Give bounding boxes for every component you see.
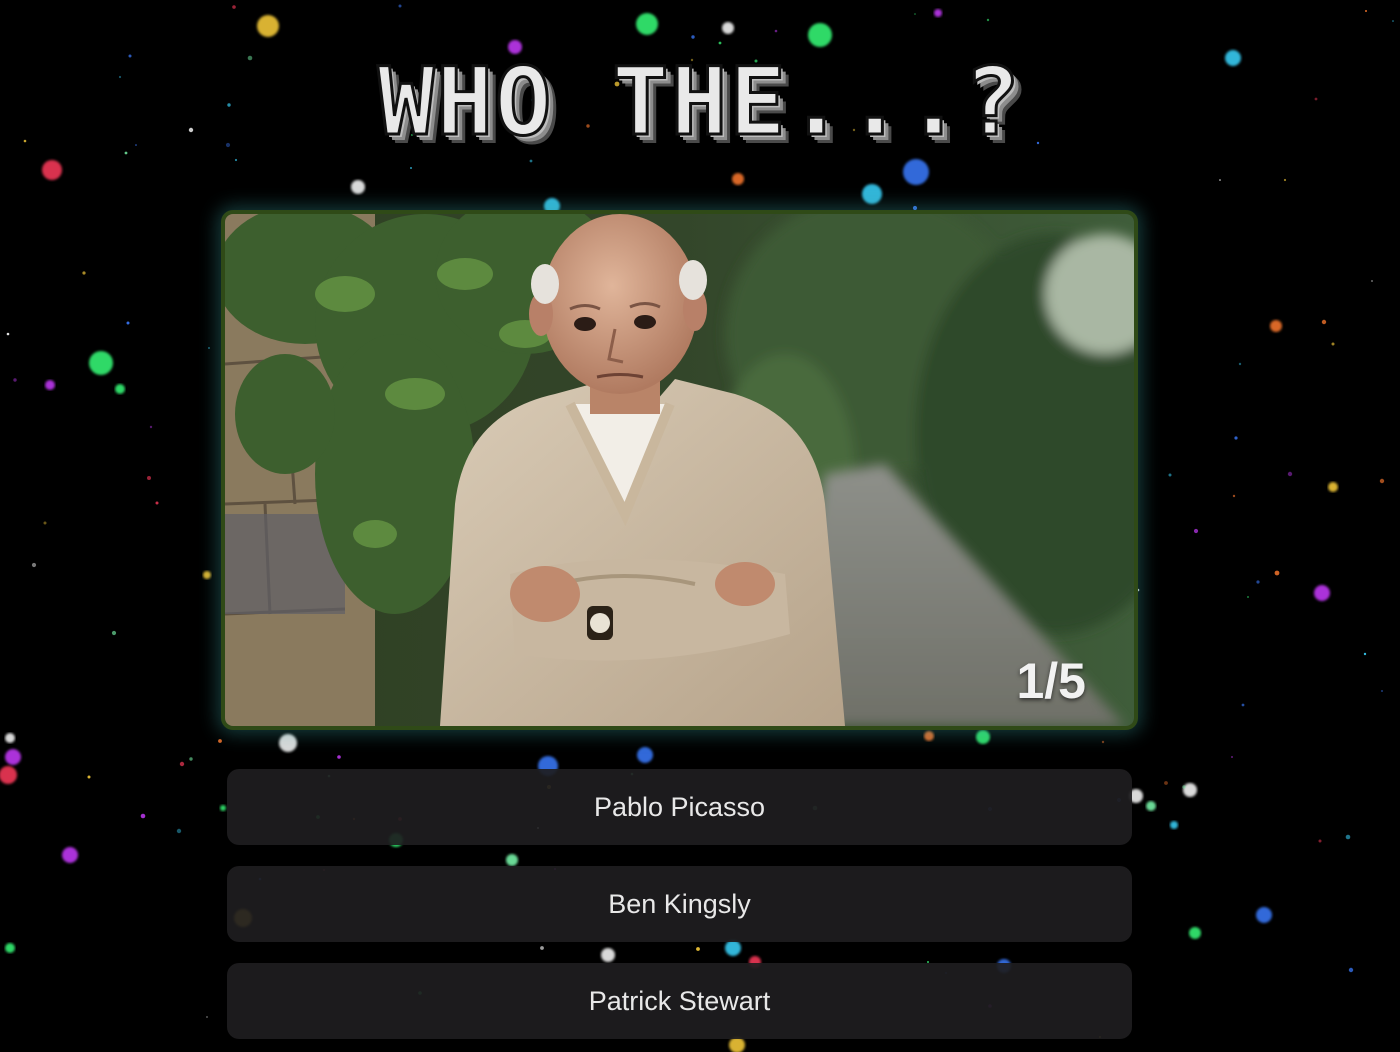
confetti-speck bbox=[986, 18, 990, 22]
celebrity-photo-frame: 1/5 bbox=[221, 210, 1138, 730]
confetti-speck bbox=[218, 739, 222, 743]
confetti-dot bbox=[976, 730, 990, 744]
confetti-speck bbox=[1182, 785, 1186, 789]
confetti-speck bbox=[691, 35, 695, 39]
confetti-dot bbox=[862, 184, 882, 204]
confetti-speck bbox=[1232, 494, 1236, 498]
confetti-speck bbox=[1256, 580, 1260, 584]
confetti-speck bbox=[155, 501, 159, 505]
confetti-speck bbox=[140, 813, 146, 819]
confetti-speck bbox=[87, 775, 91, 779]
answer-button-2[interactable]: Ben Kingsly bbox=[227, 866, 1132, 942]
confetti-speck bbox=[1363, 652, 1367, 656]
confetti-dot bbox=[732, 173, 744, 185]
confetti-dot bbox=[1328, 482, 1338, 492]
confetti-speck bbox=[1247, 596, 1249, 598]
game-title: WHO THE...? bbox=[0, 47, 1360, 159]
confetti-dot bbox=[1146, 801, 1156, 811]
confetti-speck bbox=[206, 1016, 208, 1018]
confetti-speck bbox=[6, 332, 10, 336]
confetti-speck bbox=[774, 29, 778, 33]
confetti-dot bbox=[5, 943, 15, 953]
confetti-speck bbox=[1234, 436, 1238, 440]
confetti-speck bbox=[189, 757, 193, 761]
confetti-dot bbox=[257, 15, 279, 37]
confetti-dot bbox=[220, 805, 226, 811]
confetti-speck bbox=[149, 425, 153, 429]
confetti-dot bbox=[1183, 783, 1197, 797]
confetti-speck bbox=[232, 5, 236, 9]
confetti-speck bbox=[126, 321, 130, 325]
confetti-dot bbox=[903, 159, 929, 185]
confetti-dot bbox=[45, 380, 55, 390]
confetti-speck bbox=[147, 476, 151, 480]
confetti-speck bbox=[1241, 703, 1245, 707]
confetti-speck bbox=[1331, 342, 1335, 346]
confetti-speck bbox=[1321, 319, 1327, 325]
confetti-speck bbox=[1318, 839, 1322, 843]
confetti-speck bbox=[914, 13, 916, 15]
confetti-dot bbox=[1314, 585, 1330, 601]
confetti-dot bbox=[5, 733, 15, 743]
confetti-speck bbox=[1164, 781, 1168, 785]
answer-options: Pablo Picasso Ben Kingsly Patrick Stewar… bbox=[227, 769, 1132, 1052]
confetti-dot bbox=[637, 747, 653, 763]
confetti-dot bbox=[722, 22, 734, 34]
confetti-dot bbox=[924, 731, 934, 741]
confetti-dot bbox=[5, 749, 21, 765]
confetti-dot bbox=[934, 9, 942, 17]
confetti-speck bbox=[1101, 740, 1105, 744]
confetti-dot bbox=[1270, 320, 1282, 332]
confetti-speck bbox=[179, 761, 185, 767]
answer-button-1[interactable]: Pablo Picasso bbox=[227, 769, 1132, 845]
game-stage: WHO THE...? 1/5 Pablo Picasso Ben Kingsl… bbox=[0, 0, 1400, 1052]
confetti-speck bbox=[1345, 834, 1351, 840]
confetti-dot bbox=[89, 351, 113, 375]
confetti-speck bbox=[1168, 473, 1172, 477]
confetti-speck bbox=[529, 159, 533, 163]
confetti-speck bbox=[208, 347, 210, 349]
confetti-speck bbox=[1193, 528, 1199, 534]
confetti-speck bbox=[1381, 690, 1383, 692]
confetti-speck bbox=[234, 158, 238, 162]
confetti-dot bbox=[636, 13, 658, 35]
confetti-speck bbox=[43, 521, 47, 525]
confetti-dot bbox=[1189, 927, 1201, 939]
confetti-dot bbox=[808, 23, 832, 47]
confetti-speck bbox=[31, 562, 37, 568]
confetti-speck bbox=[718, 41, 722, 45]
confetti-speck bbox=[111, 630, 117, 636]
confetti-speck bbox=[1283, 178, 1287, 182]
confetti-dot bbox=[351, 180, 365, 194]
game-title-text: WHO THE...? bbox=[376, 47, 1023, 159]
confetti-dot bbox=[115, 384, 125, 394]
confetti-speck bbox=[176, 828, 182, 834]
confetti-speck bbox=[1371, 280, 1373, 282]
confetti-speck bbox=[82, 271, 86, 275]
confetti-dot bbox=[279, 734, 297, 752]
confetti-speck bbox=[1287, 471, 1293, 477]
question-counter: 1/5 bbox=[1016, 653, 1086, 709]
confetti-speck bbox=[1379, 478, 1385, 484]
confetti-speck bbox=[398, 4, 402, 8]
confetti-speck bbox=[337, 755, 341, 759]
confetti-speck bbox=[1231, 756, 1233, 758]
confetti-speck bbox=[1348, 967, 1354, 973]
confetti-speck bbox=[13, 378, 17, 382]
confetti-dot bbox=[1170, 821, 1178, 829]
confetti-speck bbox=[1365, 10, 1367, 12]
confetti-speck bbox=[1392, 20, 1394, 22]
answer-button-3[interactable]: Patrick Stewart bbox=[227, 963, 1132, 1039]
confetti-dot bbox=[0, 766, 17, 784]
confetti-speck bbox=[410, 167, 412, 169]
confetti-speck bbox=[1219, 179, 1221, 181]
confetti-speck bbox=[1274, 570, 1280, 576]
confetti-dot bbox=[203, 571, 211, 579]
confetti-dot bbox=[1256, 907, 1272, 923]
confetti-dot bbox=[62, 847, 78, 863]
confetti-dot bbox=[42, 160, 62, 180]
celebrity-photo bbox=[225, 214, 1134, 726]
confetti-speck bbox=[1238, 362, 1242, 366]
